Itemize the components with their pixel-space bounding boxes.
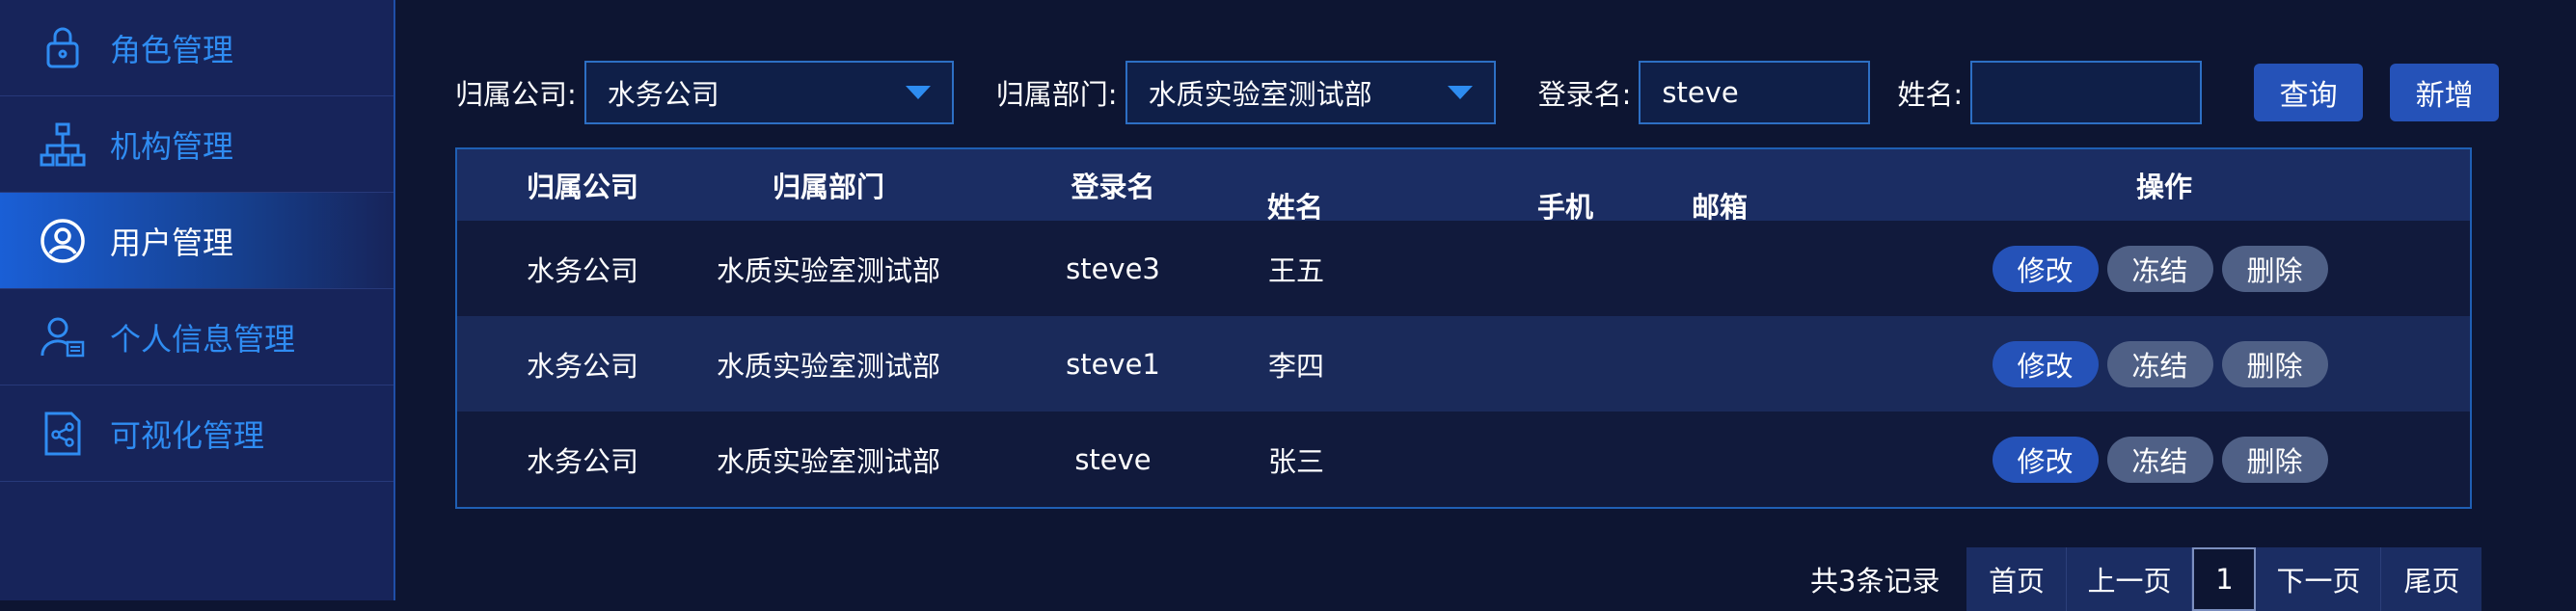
header-name-text: 姓名: [1267, 191, 1324, 224]
user-table: 归属公司 归属部门 登录名 姓名 手机 邮箱 操作 水务公司 水质实验室测试部 …: [455, 147, 2472, 509]
name-input[interactable]: [1970, 61, 2203, 124]
sidebar-item-label: 角色管理: [110, 31, 234, 68]
cell-login: steve3: [1066, 252, 1160, 285]
header-login: 登录名: [1071, 171, 1155, 203]
delete-button[interactable]: 删除: [2221, 340, 2328, 387]
login-name-value: steve: [1662, 76, 1739, 109]
lock-icon: [39, 24, 87, 72]
company-filter-label: 归属公司:: [455, 78, 577, 111]
first-page-button[interactable]: 首页: [1966, 547, 2068, 611]
cell-name: 李四: [1267, 349, 1324, 383]
header-actions: 操作: [2135, 171, 2192, 203]
cell-name: 张三: [1267, 444, 1324, 478]
row-actions: 修改 冻结 删除: [1962, 245, 2367, 292]
user-profile-icon: [39, 313, 87, 361]
edit-button[interactable]: 修改: [1992, 436, 2099, 483]
sidebar-item-org[interactable]: 机构管理: [0, 96, 393, 193]
sidebar-item-label: 个人信息管理: [110, 320, 296, 358]
dept-select-value: 水质实验室测试部: [1148, 78, 1372, 111]
table-row: 水务公司 水质实验室测试部 steve 张三 修改 冻结 删除: [457, 412, 2470, 507]
user-circle-icon: [39, 217, 87, 265]
company-select-value: 水务公司: [607, 78, 719, 111]
cell-login: steve1: [1066, 347, 1160, 381]
edit-button[interactable]: 修改: [1992, 245, 2099, 292]
chevron-down-icon: [905, 86, 931, 99]
delete-button[interactable]: 删除: [2221, 245, 2328, 292]
cell-dept: 水质实验室测试部: [716, 349, 940, 383]
table-header: 归属公司 归属部门 登录名 姓名 手机 邮箱 操作: [457, 149, 2470, 224]
cell-dept: 水质实验室测试部: [716, 253, 940, 287]
pagination: 共3条记录 首页 上一页 1 下一页 尾页: [1810, 547, 2482, 611]
share-document-icon: [39, 410, 87, 458]
dept-filter-label: 归属部门:: [995, 78, 1118, 111]
sidebar-item-roles[interactable]: 角色管理: [0, 0, 393, 96]
org-chart-icon: [39, 120, 87, 169]
row-actions: 修改 冻结 删除: [1962, 340, 2367, 387]
table-row: 水务公司 水质实验室测试部 steve1 李四 修改 冻结 删除: [457, 316, 2470, 412]
current-page[interactable]: 1: [2192, 547, 2257, 611]
sidebar-item-label: 用户管理: [110, 224, 234, 261]
row-actions: 修改 冻结 删除: [1962, 436, 2367, 483]
next-page-button[interactable]: 下一页: [2256, 547, 2382, 611]
prev-page-button[interactable]: 上一页: [2067, 547, 2193, 611]
cell-name: 王五: [1267, 253, 1324, 287]
sidebar: 角色管理 机构管理 用户管理 个人信息管理 可视化管理: [0, 0, 395, 600]
header-email-text: 邮箱: [1692, 191, 1749, 224]
sidebar-item-users[interactable]: 用户管理: [0, 193, 393, 289]
cell-login: steve: [1074, 442, 1152, 476]
login-filter-label: 登录名:: [1537, 78, 1632, 111]
chevron-down-icon: [1447, 86, 1473, 99]
delete-button[interactable]: 删除: [2221, 436, 2328, 483]
edit-button[interactable]: 修改: [1992, 340, 2099, 387]
last-page-button[interactable]: 尾页: [2381, 547, 2482, 611]
freeze-button[interactable]: 冻结: [2106, 340, 2213, 387]
header-phone-text: 手机: [1537, 191, 1594, 224]
sidebar-item-label: 机构管理: [110, 127, 234, 165]
login-name-input[interactable]: steve: [1639, 61, 1871, 124]
company-select[interactable]: 水务公司: [583, 61, 954, 124]
freeze-button[interactable]: 冻结: [2106, 245, 2213, 292]
sidebar-item-visual[interactable]: 可视化管理: [0, 385, 393, 482]
header-company: 归属公司: [526, 171, 638, 203]
filter-bar: 归属公司: 水务公司 归属部门: 水质实验室测试部 登录名: steve 姓名:…: [455, 61, 2500, 124]
header-dept: 归属部门: [772, 171, 884, 203]
name-filter-label: 姓名:: [1897, 78, 1964, 111]
dept-select[interactable]: 水质实验室测试部: [1125, 61, 1496, 124]
freeze-button[interactable]: 冻结: [2106, 436, 2213, 483]
cell-dept: 水质实验室测试部: [716, 444, 940, 478]
main-content: 归属公司: 水务公司 归属部门: 水质实验室测试部 登录名: steve 姓名:…: [397, 0, 2576, 611]
table-row: 水务公司 水质实验室测试部 steve3 王五 修改 冻结 删除: [457, 221, 2470, 316]
search-button[interactable]: 查询: [2254, 64, 2364, 121]
sidebar-item-label: 可视化管理: [110, 416, 265, 454]
add-button[interactable]: 新增: [2390, 64, 2500, 121]
sidebar-item-profile[interactable]: 个人信息管理: [0, 289, 393, 385]
record-count: 共3条记录: [1810, 565, 1940, 598]
